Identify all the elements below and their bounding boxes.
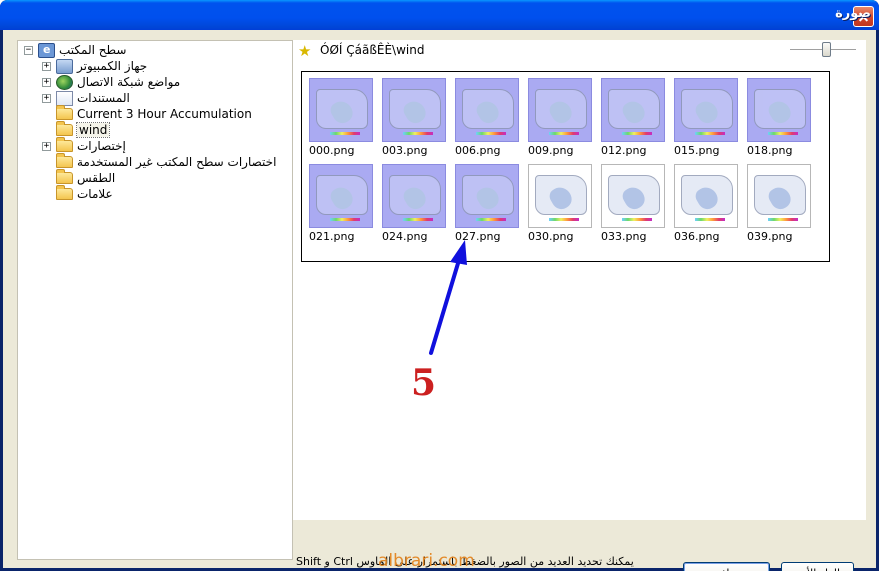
arrow-head [450, 240, 467, 265]
tree-label: علامات [77, 187, 113, 201]
thumbnail-item[interactable]: 012.png [601, 78, 665, 158]
tree-label: جهاز الكمبيوتر [77, 59, 148, 73]
thumbnail-filename: 006.png [455, 144, 501, 157]
window-title: صورة [835, 6, 871, 21]
map-color-scale [549, 132, 579, 135]
weather-map-thumbnail [601, 78, 665, 142]
tree-label: wind [75, 122, 111, 138]
thumbnail-filename: 015.png [674, 144, 720, 157]
weather-map-thumbnail [674, 78, 738, 142]
documents-icon [56, 90, 73, 106]
weather-map-thumbnail [747, 164, 811, 228]
weather-map-thumbnail [528, 164, 592, 228]
thumbnail-filename: 039.png [747, 230, 793, 243]
folder-tree[interactable]: − سطح المكتب + جهاز الكمبيوتر + مواضع شب… [17, 40, 293, 560]
ok-button[interactable]: موافق [683, 562, 770, 571]
tree-label: مواضع شبكة الاتصال [77, 75, 181, 89]
tree-item-bookmarks[interactable]: علامات [56, 185, 113, 202]
watermark: albrari.com [378, 551, 475, 571]
map-color-scale [622, 132, 652, 135]
thumbnail-filename: 036.png [674, 230, 720, 243]
thumbnail-filename: 018.png [747, 144, 793, 157]
folder-icon [56, 105, 73, 120]
thumbnail-filename: 012.png [601, 144, 647, 157]
image-picker-dialog: صورة − سطح المكتب + جهاز الكمبيوتر + موا… [0, 0, 879, 571]
tree-item-network[interactable]: + مواضع شبكة الاتصال [42, 74, 180, 90]
tree-label: Current 3 Hour Accumulation [77, 107, 252, 121]
collapse-icon[interactable]: − [24, 45, 33, 55]
tree-item-unused-shortcuts[interactable]: اختصارات سطح المكتب غير المستخدمة [56, 153, 277, 170]
thumbnail-item[interactable]: 003.png [382, 78, 446, 158]
thumbnail-size-slider-thumb[interactable] [822, 42, 831, 57]
folder-icon [56, 153, 73, 168]
tree-label: الطقس [77, 171, 116, 185]
step-number: 5 [411, 362, 437, 404]
weather-map-thumbnail [382, 78, 446, 142]
map-color-scale [330, 132, 360, 135]
thumbnail-item[interactable]: 006.png [455, 78, 519, 158]
thumbnail-item[interactable]: 039.png [747, 164, 811, 244]
arrow-shaft [429, 258, 461, 355]
tree-item-documents[interactable]: + المستندات [42, 90, 130, 106]
thumbnail-item[interactable]: 018.png [747, 78, 811, 158]
tree-item-computer[interactable]: + جهاز الكمبيوتر [42, 58, 147, 74]
current-path: ÓØÍ ÇáãßÊÈ\wind [320, 43, 425, 57]
folder-icon [56, 169, 73, 184]
thumbnail-item[interactable]: 036.png [674, 164, 738, 244]
tree-item-wind[interactable]: wind [56, 121, 111, 138]
expand-icon[interactable]: + [42, 61, 51, 71]
map-color-scale [768, 218, 798, 221]
tree-label: سطح المكتب [59, 43, 127, 57]
weather-map-thumbnail [528, 78, 592, 142]
weather-map-thumbnail [309, 78, 373, 142]
thumbnail-filename: 000.png [309, 144, 355, 157]
map-color-scale [768, 132, 798, 135]
folder-icon [56, 185, 73, 200]
thumbnail-filename: 030.png [528, 230, 574, 243]
expand-icon[interactable]: + [42, 141, 51, 151]
title-bar[interactable]: صورة [0, 0, 879, 30]
thumbnail-filename: 033.png [601, 230, 647, 243]
tree-root-desktop[interactable]: − سطح المكتب [24, 42, 126, 58]
tree-label: إختصارات [77, 139, 126, 153]
map-color-scale [695, 132, 725, 135]
map-color-scale [549, 218, 579, 221]
thumbnail-item[interactable]: 009.png [528, 78, 592, 158]
tree-item-weather[interactable]: الطقس [56, 169, 116, 186]
annotation-arrow [429, 240, 467, 355]
desktop-icon [38, 42, 55, 58]
weather-map-thumbnail [747, 78, 811, 142]
thumbnail-item[interactable]: 033.png [601, 164, 665, 244]
weather-map-thumbnail [455, 78, 519, 142]
path-bar: ★ ÓØÍ ÇáãßÊÈ\wind [293, 40, 866, 62]
thumbnail-item[interactable]: 000.png [309, 78, 373, 158]
computer-icon [56, 58, 73, 74]
map-color-scale [403, 132, 433, 135]
expand-icon[interactable]: + [42, 93, 51, 103]
network-icon [56, 74, 73, 90]
tree-label: اختصارات سطح المكتب غير المستخدمة [77, 155, 277, 169]
weather-map-thumbnail [674, 164, 738, 228]
star-icon[interactable]: ★ [298, 43, 314, 59]
tree-label: المستندات [77, 91, 130, 105]
tree-item-shortcuts[interactable]: + إختصارات [42, 137, 126, 154]
thumbnail-filename: 003.png [382, 144, 428, 157]
cancel-button[interactable]: إلغاء الأمر [781, 562, 854, 571]
folder-open-icon [56, 121, 73, 136]
thumbnail-item[interactable]: 030.png [528, 164, 592, 244]
expand-icon[interactable]: + [42, 77, 51, 87]
folder-icon [56, 137, 73, 152]
map-color-scale [695, 218, 725, 221]
map-color-scale [476, 132, 506, 135]
thumbnail-item[interactable]: 015.png [674, 78, 738, 158]
map-color-scale [622, 218, 652, 221]
thumbnail-filename: 009.png [528, 144, 574, 157]
weather-map-thumbnail [601, 164, 665, 228]
tree-item-current-3-hour[interactable]: Current 3 Hour Accumulation [56, 105, 252, 122]
